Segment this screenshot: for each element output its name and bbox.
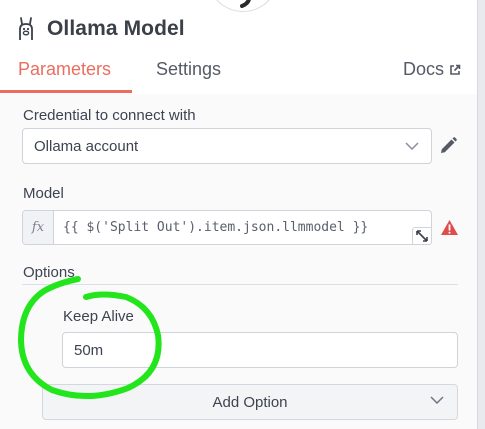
docs-link[interactable]: Docs: [403, 59, 461, 80]
chevron-down-icon: [405, 142, 419, 150]
tab-parameters[interactable]: Parameters: [18, 59, 111, 80]
model-expression-input[interactable]: fx {{ $('Split Out').item.json.llmmodel …: [22, 210, 432, 245]
model-label: Model: [23, 185, 64, 202]
pencil-icon[interactable]: [438, 136, 458, 156]
options-divider: [22, 284, 458, 285]
expand-icon: [416, 230, 428, 242]
tab-bar: Parameters Settings Docs: [0, 52, 477, 95]
expand-expression-button[interactable]: [412, 227, 432, 245]
add-option-label: Add Option: [212, 393, 288, 411]
keep-alive-value: 50m: [74, 341, 104, 359]
keep-alive-input[interactable]: 50m: [62, 332, 458, 368]
model-expression: {{ $('Split Out').item.json.llmmodel }}: [63, 220, 369, 235]
panel-edge: [477, 0, 485, 429]
link-icon: [240, 0, 251, 8]
llama-icon: [19, 17, 33, 40]
active-tab-underline: [0, 90, 132, 93]
node-header: Ollama Model: [17, 14, 185, 44]
tab-settings[interactable]: Settings: [156, 59, 221, 80]
options-label: Options: [23, 264, 75, 281]
credential-value: Ollama account: [34, 137, 139, 155]
add-option-button[interactable]: Add Option: [42, 384, 458, 420]
credential-select[interactable]: Ollama account: [22, 128, 432, 164]
docs-label: Docs: [403, 59, 445, 79]
node-title: Ollama Model: [47, 17, 185, 40]
credential-label: Credential to connect with: [23, 107, 196, 124]
node-icon-bubble: [207, 0, 279, 12]
fx-icon: fx: [23, 211, 54, 244]
external-link-icon: [450, 64, 461, 75]
warning-icon: [441, 220, 458, 235]
keep-alive-label: Keep Alive: [63, 308, 134, 325]
chevron-down-icon: [430, 396, 444, 404]
